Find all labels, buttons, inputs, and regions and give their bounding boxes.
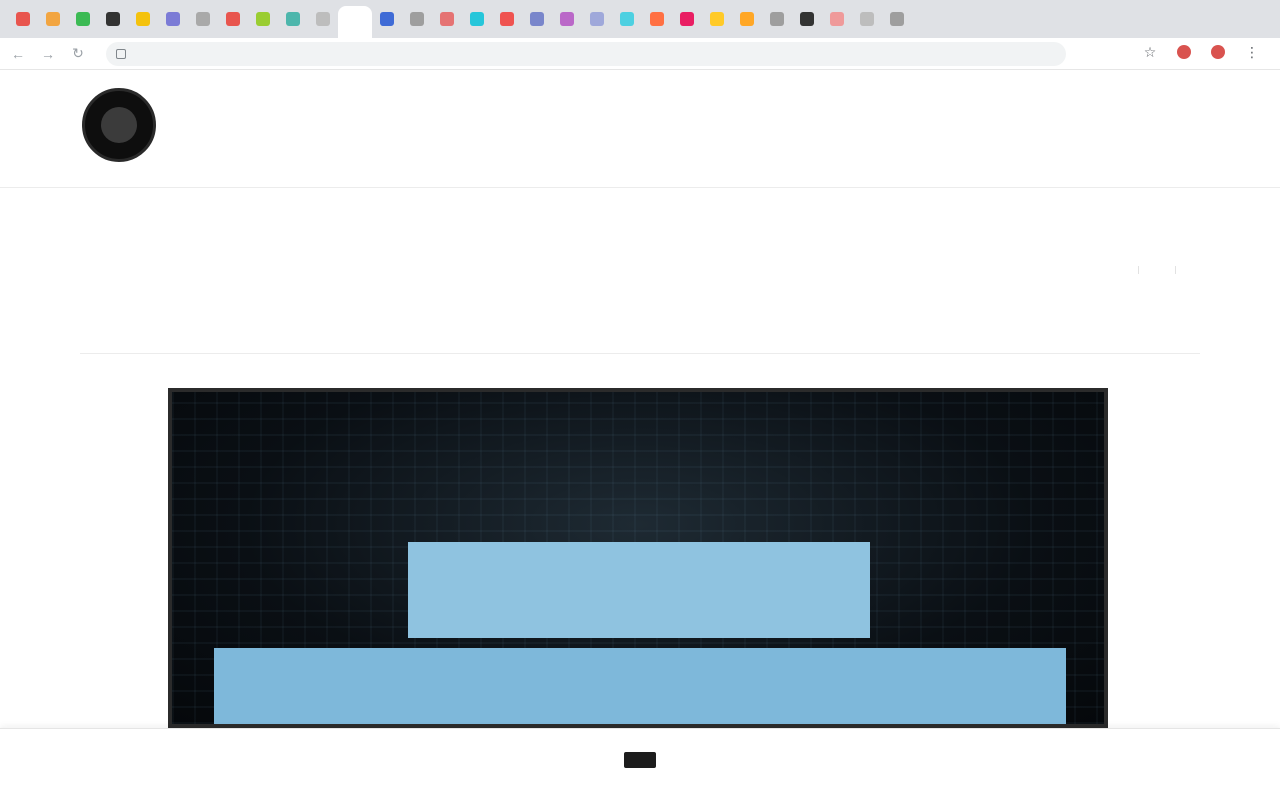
browser-tab[interactable] [278, 4, 308, 34]
tab-favicon-icon [286, 12, 300, 26]
tab-favicon-icon [348, 15, 362, 29]
tab-favicon-icon [560, 12, 574, 26]
logo-mark [101, 107, 137, 143]
cookie-consent-bar [0, 728, 1280, 790]
tab-favicon-icon [380, 12, 394, 26]
lock-icon [116, 48, 126, 59]
browser-tab[interactable] [852, 4, 882, 34]
browser-tab[interactable] [792, 4, 822, 34]
hero-headline-line-1 [408, 542, 870, 638]
browser-tab[interactable] [188, 4, 218, 34]
tab-favicon-icon [46, 12, 60, 26]
extension-icon[interactable] [1174, 42, 1194, 62]
browser-tab[interactable] [822, 4, 852, 34]
browser-tab[interactable] [462, 4, 492, 34]
reload-icon[interactable]: ↻ [66, 42, 90, 66]
tab-favicon-icon [500, 12, 514, 26]
tab-favicon-icon [136, 12, 150, 26]
browser-tab[interactable] [8, 4, 38, 34]
browser-tab[interactable] [372, 4, 402, 34]
article-header [80, 212, 1200, 354]
tab-favicon-icon [16, 12, 30, 26]
tab-favicon-icon [590, 12, 604, 26]
browser-tab[interactable] [402, 4, 432, 34]
tab-favicon-icon [440, 12, 454, 26]
browser-tab[interactable] [98, 4, 128, 34]
tab-favicon-icon [530, 12, 544, 26]
cookie-accept-button[interactable] [624, 751, 656, 768]
browser-tab[interactable] [522, 4, 552, 34]
article-tools [1102, 266, 1200, 274]
article-tool-2[interactable] [1138, 266, 1163, 274]
browser-tab[interactable] [68, 4, 98, 34]
tab-favicon-icon [410, 12, 424, 26]
browser-tab[interactable] [732, 4, 762, 34]
site-header [0, 70, 1280, 188]
browser-tab[interactable] [762, 4, 792, 34]
tab-favicon-icon [620, 12, 634, 26]
browser-tab[interactable] [552, 4, 582, 34]
article-tool-1[interactable] [1102, 266, 1126, 274]
tab-favicon-icon [830, 12, 844, 26]
tab-favicon-icon [316, 12, 330, 26]
back-icon[interactable]: ← [6, 42, 30, 66]
tab-favicon-icon [166, 12, 180, 26]
browser-tab[interactable] [582, 4, 612, 34]
tab-favicon-icon [770, 12, 784, 26]
tab-favicon-icon [680, 12, 694, 26]
browser-tab-strip [0, 0, 1280, 38]
tab-favicon-icon [76, 12, 90, 26]
tab-favicon-icon [800, 12, 814, 26]
tab-favicon-icon [740, 12, 754, 26]
address-bar[interactable] [106, 41, 1066, 66]
browser-tab[interactable] [218, 4, 248, 34]
hero-image [168, 388, 1108, 728]
browser-tab[interactable] [882, 4, 912, 34]
hero-headline-line-2 [214, 648, 1066, 724]
browser-tab[interactable] [338, 6, 372, 38]
browser-tab[interactable] [128, 4, 158, 34]
browser-tab[interactable] [612, 4, 642, 34]
browser-tab[interactable] [158, 4, 188, 34]
browser-tab[interactable] [492, 4, 522, 34]
browser-tab[interactable] [38, 4, 68, 34]
article-tool-3[interactable] [1175, 266, 1200, 274]
star-icon[interactable]: ☆ [1140, 42, 1160, 62]
browser-toolbar: ← → ↻ ☆ ⋮ [0, 38, 1280, 70]
tab-favicon-icon [470, 12, 484, 26]
tab-favicon-icon [106, 12, 120, 26]
forward-icon[interactable]: → [36, 42, 60, 66]
tab-favicon-icon [256, 12, 270, 26]
browser-tab[interactable] [432, 4, 462, 34]
browser-tab[interactable] [702, 4, 732, 34]
tab-favicon-icon [196, 12, 210, 26]
browser-tab[interactable] [308, 4, 338, 34]
tab-favicon-icon [890, 12, 904, 26]
tab-favicon-icon [650, 12, 664, 26]
browser-tab[interactable] [672, 4, 702, 34]
tab-favicon-icon [710, 12, 724, 26]
tab-favicon-icon [226, 12, 240, 26]
menu-icon[interactable]: ⋮ [1242, 42, 1262, 62]
site-logo[interactable] [82, 88, 156, 162]
browser-tab[interactable] [642, 4, 672, 34]
profile-icon[interactable] [1208, 42, 1228, 62]
toolbar-actions: ☆ ⋮ [1140, 42, 1262, 62]
tab-favicon-icon [860, 12, 874, 26]
browser-tab[interactable] [248, 4, 278, 34]
